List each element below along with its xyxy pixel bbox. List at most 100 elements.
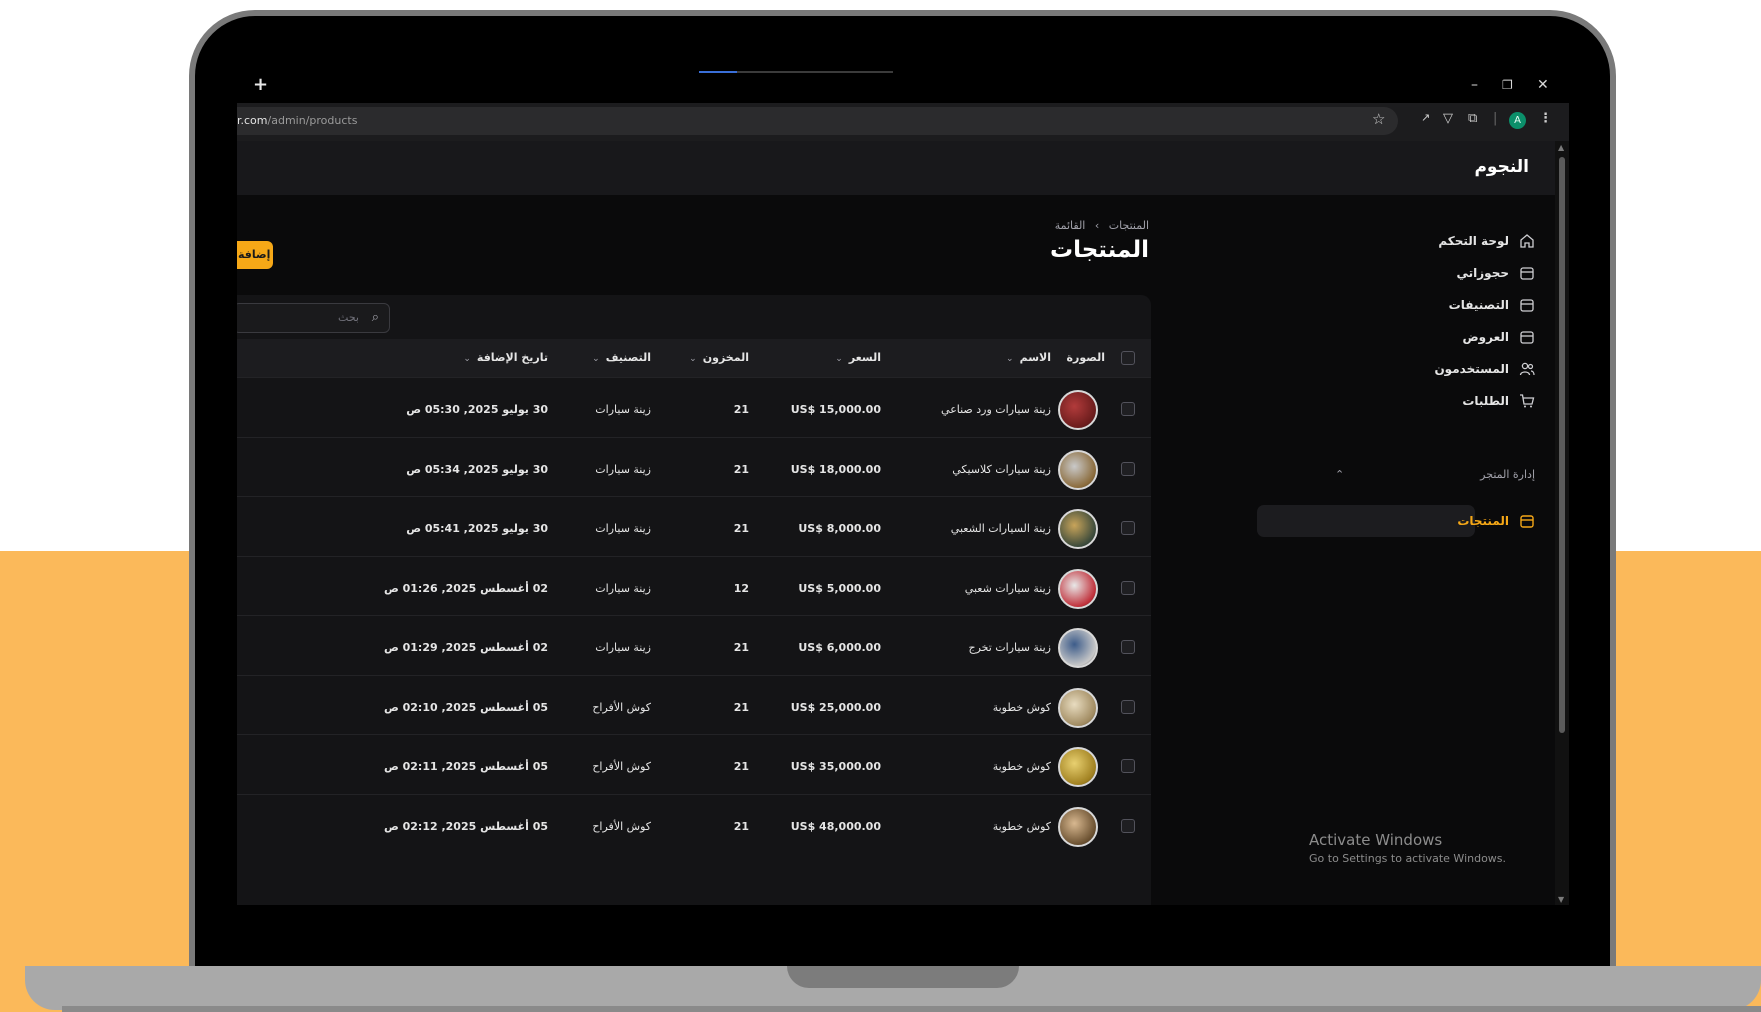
laptop-notch: [787, 966, 1019, 988]
box-icon: [1520, 331, 1534, 344]
cart-icon: [1520, 394, 1535, 408]
product-category: كوش الأفراح: [592, 700, 651, 714]
sidebar-item-offers[interactable]: العروض: [1463, 321, 1535, 353]
column-header-category[interactable]: التصنيف ⌄: [592, 351, 651, 364]
column-header-name[interactable]: الاسم ⌄: [1006, 351, 1051, 364]
close-window-button[interactable]: ✕: [1537, 77, 1549, 93]
profile-avatar[interactable]: A: [1509, 112, 1526, 129]
product-thumbnail[interactable]: [1058, 390, 1098, 430]
table-row[interactable]: زينة السيارات الشعبي US$ 8,000.00 21 زينة س…: [237, 496, 1151, 563]
product-name[interactable]: زينة سيارات تخرج: [968, 641, 1051, 654]
product-category: كوش الأفراح: [592, 760, 651, 773]
product-name[interactable]: كوش خطوبة: [993, 820, 1051, 833]
product-price: US$ 25,000.00: [790, 700, 881, 714]
sidebar-item-users[interactable]: المستخدمون: [1434, 353, 1535, 385]
product-name[interactable]: زينة سيارات كلاسيكي: [952, 463, 1051, 476]
sidebar-item-label: المنتجات: [1457, 514, 1509, 528]
product-stock: 12: [733, 581, 749, 595]
product-thumbnail[interactable]: [1058, 568, 1098, 609]
search-icon: ⌕: [371, 310, 379, 325]
chevron-down-icon: ⌄: [689, 354, 697, 364]
table-row[interactable]: زينة سيارات شعبي US$ 5,000.00 12 زينة سيارا…: [237, 555, 1151, 623]
brand-logo-text[interactable]: النجوم: [1355, 157, 1555, 177]
column-header-stock-label: المخزون: [702, 351, 749, 364]
column-header-stock[interactable]: المخزون ⌄: [689, 351, 749, 364]
chevron-down-icon: ⌄: [835, 354, 843, 364]
row-checkbox[interactable]: [1121, 818, 1135, 833]
product-date-added: 02 أغسطس 2025, 01:26 ص: [383, 581, 548, 595]
tab-loading-indicator: [699, 71, 893, 73]
product-thumbnail[interactable]: [1058, 806, 1098, 847]
table-row[interactable]: زينة سيارات ورد صناعي US$ 15,000.00 21 زينة…: [237, 377, 1151, 444]
product-thumbnail[interactable]: [1058, 449, 1098, 490]
product-date-added: 02 أغسطس 2025, 01:29 ص: [383, 641, 548, 654]
filter-extension-icon[interactable]: ▽: [1443, 111, 1453, 126]
row-checkbox[interactable]: [1121, 402, 1135, 416]
product-date-added: 30 يوليو 2025, 05:34 ص: [406, 462, 548, 476]
pin-extension-icon[interactable]: ↗: [1421, 111, 1430, 124]
scroll-thumb[interactable]: [1559, 157, 1565, 733]
extensions-puzzle-icon[interactable]: ⧉: [1468, 111, 1477, 126]
table-row[interactable]: زينة سيارات تخرج US$ 6,000.00 21 زينة سيارا…: [237, 615, 1151, 682]
breadcrumb-products[interactable]: المنتجات: [1109, 219, 1149, 232]
product-category: كوش الأفراح: [592, 819, 651, 833]
chevron-down-icon: ⌄: [463, 354, 471, 364]
product-thumbnail[interactable]: [1058, 747, 1098, 787]
browser-menu-icon[interactable]: ⋮: [1539, 111, 1552, 126]
column-header-category-label: التصنيف: [605, 351, 651, 364]
chevron-up-icon: ⌃: [1335, 468, 1345, 481]
sidebar-item-orders[interactable]: الطلبات: [1462, 385, 1535, 417]
sidebar-item-label: الطلبات: [1462, 394, 1509, 408]
column-header-price[interactable]: السعر ⌄: [835, 351, 881, 364]
column-header-name-label: الاسم: [1019, 351, 1051, 364]
restore-button[interactable]: ❐: [1502, 78, 1513, 92]
product-name[interactable]: زينة السيارات الشعبي: [951, 522, 1051, 535]
sidebar-item-label: التصنيفات: [1448, 298, 1509, 312]
sidebar-item-products[interactable]: المنتجات: [1457, 505, 1535, 537]
product-thumbnail[interactable]: [1058, 628, 1098, 668]
row-checkbox[interactable]: [1121, 699, 1135, 714]
product-name[interactable]: كوش خطوبة: [993, 760, 1051, 773]
screen: + – ❐ ✕ r.com/admin/products ☆ ↗ ▽ ⧉ | A…: [237, 71, 1569, 905]
product-thumbnail[interactable]: [1058, 687, 1098, 728]
column-header-date-added[interactable]: تاريخ الإضافة ⌄: [463, 351, 548, 364]
page-scrollbar[interactable]: ▲ ▼: [1555, 141, 1569, 905]
breadcrumb-separator: ›: [1094, 219, 1100, 232]
row-checkbox[interactable]: [1121, 759, 1135, 773]
row-checkbox[interactable]: [1121, 521, 1135, 535]
sidebar-item-bookings[interactable]: حجوزاتي: [1457, 257, 1536, 289]
product-name[interactable]: زينة سيارات شعبي: [965, 582, 1051, 595]
search-input[interactable]: [249, 311, 359, 324]
bookmark-star-icon[interactable]: ☆: [1372, 110, 1385, 128]
table-row[interactable]: كوش خطوبة US$ 35,000.00 21 كوش الأفراح 05 أغ…: [237, 734, 1151, 801]
laptop-base-shadow: [62, 1006, 1761, 1012]
product-price: US$ 5,000.00: [798, 581, 881, 595]
product-name[interactable]: زينة سيارات ورد صناعي: [941, 403, 1051, 416]
product-price: US$ 35,000.00: [790, 760, 881, 773]
sidebar-item-dashboard[interactable]: لوحة التحكم: [1438, 225, 1535, 257]
add-product-button[interactable]: إضافة: [237, 241, 273, 269]
product-name[interactable]: كوش خطوبة: [993, 701, 1051, 714]
table-row[interactable]: كوش خطوبة US$ 25,000.00 21 كوش الأفراح 05 أغ…: [237, 674, 1151, 742]
home-icon: [1520, 234, 1534, 248]
product-stock: 21: [733, 403, 749, 416]
scroll-up-arrow[interactable]: ▲: [1558, 143, 1564, 152]
new-tab-button[interactable]: +: [253, 74, 268, 95]
scroll-down-arrow[interactable]: ▼: [1558, 895, 1564, 904]
minimize-button[interactable]: –: [1471, 77, 1478, 93]
row-checkbox[interactable]: [1121, 580, 1135, 595]
sidebar-item-categories[interactable]: التصنيفات: [1449, 289, 1535, 321]
select-all-checkbox[interactable]: [1121, 351, 1135, 365]
row-checkbox[interactable]: [1121, 461, 1135, 476]
product-thumbnail[interactable]: [1058, 509, 1098, 549]
table-row[interactable]: زينة سيارات كلاسيكي US$ 18,000.00 21 زينة س…: [237, 436, 1151, 504]
url-field[interactable]: r.com/admin/products ☆: [237, 107, 1398, 135]
row-checkbox[interactable]: [1121, 640, 1135, 654]
url-host: r.com: [237, 114, 268, 127]
product-stock: 21: [733, 760, 749, 773]
sidebar: لوحة التحكم حجوزاتي التصنيفات العروض الم…: [1242, 195, 1555, 905]
box-icon: [1520, 515, 1534, 528]
table-row[interactable]: كوش خطوبة US$ 48,000.00 21 كوش الأفراح 05 أغ…: [237, 793, 1151, 861]
store-management-section[interactable]: إدارة المتجر ⌃: [1335, 468, 1535, 481]
sidebar-item-label: لوحة التحكم: [1438, 234, 1509, 248]
